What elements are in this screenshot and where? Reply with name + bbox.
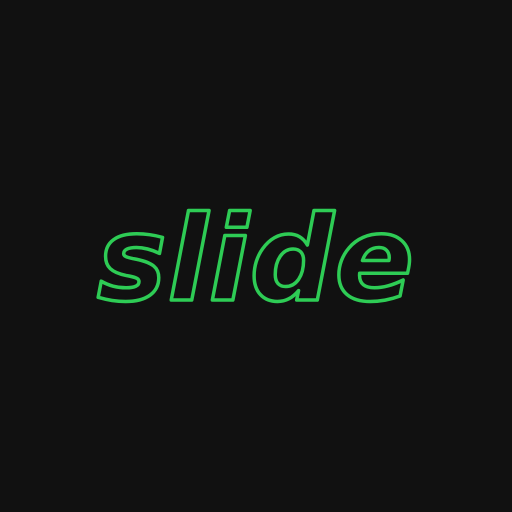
slide-wordmark: slide bbox=[95, 188, 416, 330]
slide-word: slide bbox=[97, 190, 415, 328]
canvas: slide bbox=[0, 0, 512, 512]
